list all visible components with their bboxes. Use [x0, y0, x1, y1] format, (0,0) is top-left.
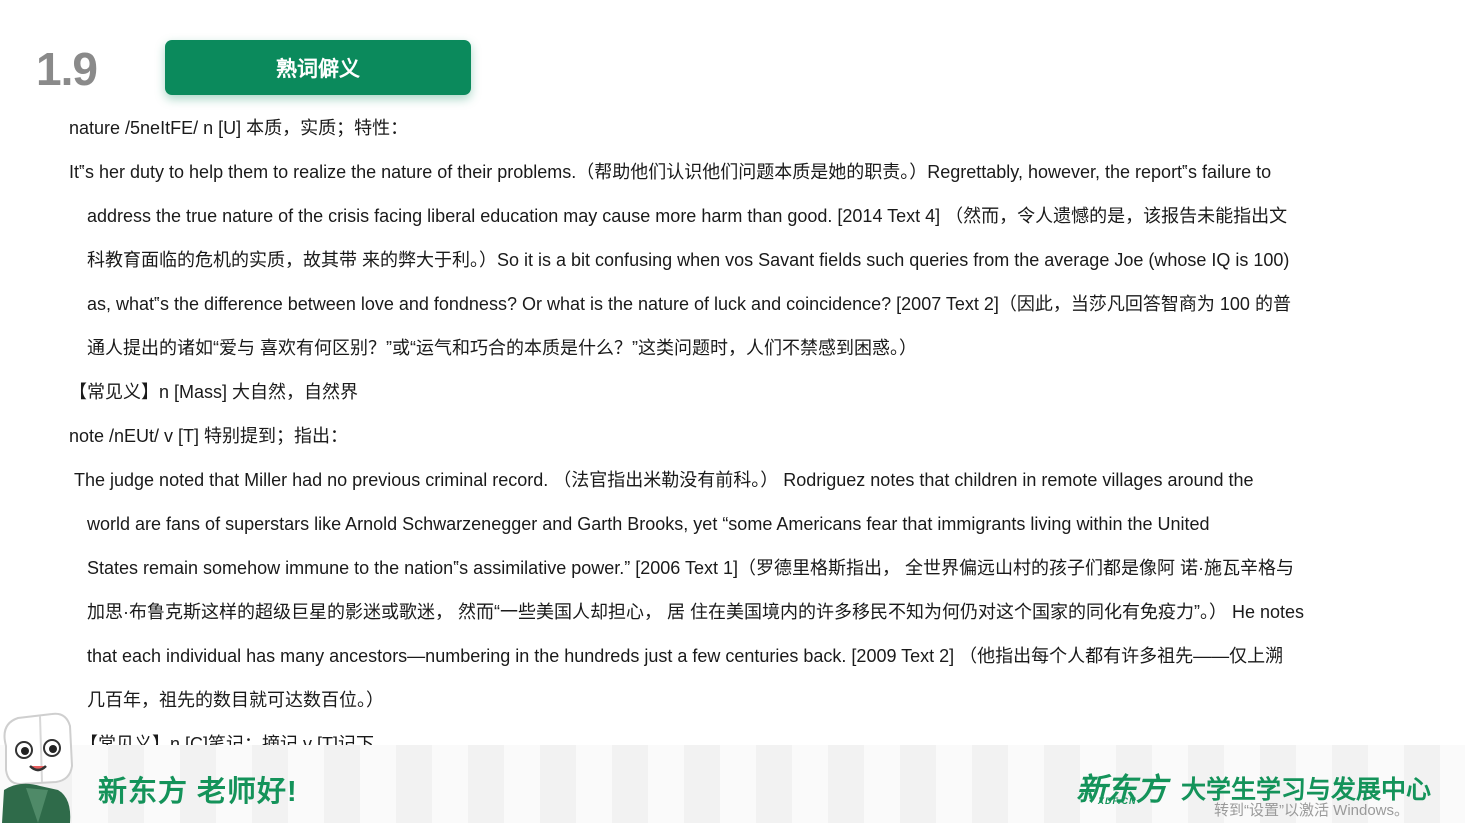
- text-line: world are fans of superstars like Arnold…: [87, 514, 1210, 534]
- section-title-box: 熟词僻义: [165, 40, 471, 95]
- brand-logo-domain: XDF.CN: [1098, 796, 1137, 806]
- text-line: States remain somehow immune to the nati…: [87, 558, 1294, 578]
- text-line: 几百年，祖先的数目就可达数百位。）: [87, 690, 384, 710]
- slide-number: 1.9: [36, 43, 98, 95]
- text-line: as, what‟s the difference between love a…: [87, 294, 1291, 314]
- windows-activation-notice: 转到“设置”以激活 Windows。: [1214, 802, 1410, 819]
- text-line: address the true nature of the crisis fa…: [87, 206, 1288, 226]
- text-line: that each individual has many ancestors—…: [87, 646, 1284, 666]
- text-line: The judge noted that Miller had no previ…: [74, 470, 1254, 490]
- text-line: note /nEUt/ v [T] 特别提到；指出：: [69, 426, 349, 446]
- text-line: 科教育面临的危机的实质，故其带 来的弊大于利。）So it is a bit c…: [87, 250, 1290, 270]
- text-line: 【常见义】n [Mass] 大自然，自然界: [69, 382, 359, 402]
- text-line: 加思·布鲁克斯这样的超级巨星的影迷或歌迷， 然而“一些美国人却担心， 居 住在美…: [87, 602, 1305, 622]
- slogan: 新东方 老师好!: [98, 776, 298, 808]
- text-line: It‟s her duty to help them to realize th…: [69, 162, 1272, 182]
- section-title: 熟词僻义: [276, 57, 360, 81]
- text-line: nature /5neItFE/ n [U] 本质，实质；特性：: [69, 118, 409, 138]
- mascot-book-icon: [2, 712, 74, 823]
- text-line: 通人提出的诸如“爱与 喜欢有何区别？”或“运气和巧合的本质是什么？”这类问题时，…: [87, 338, 917, 358]
